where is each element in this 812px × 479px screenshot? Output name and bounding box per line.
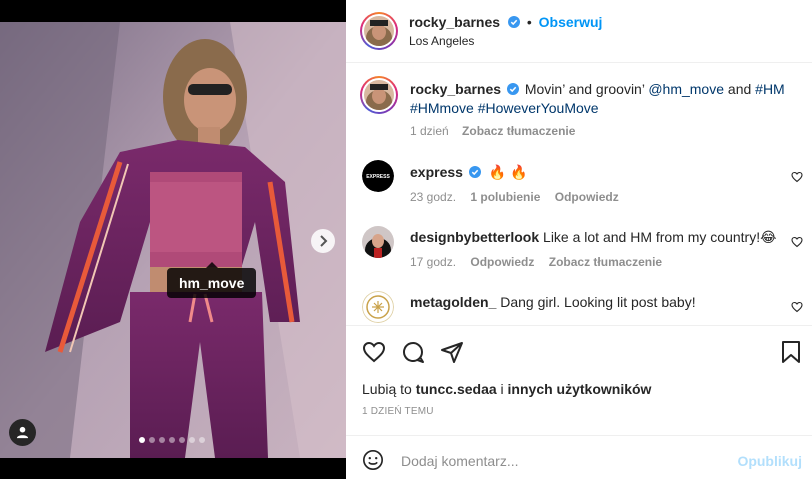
heart-icon[interactable] [791, 171, 803, 183]
verified-icon [507, 16, 520, 29]
comment-icon[interactable] [401, 340, 425, 364]
follow-button[interactable]: Obserwuj [539, 14, 603, 30]
liker-username[interactable]: tuncc.sedaa [416, 381, 497, 397]
comment-age[interactable]: 17 godz. [410, 255, 456, 269]
reply-button[interactable]: Odpowiedz [555, 190, 619, 204]
commenter-avatar[interactable] [362, 226, 394, 258]
carousel-dots [139, 437, 205, 443]
comment-text: 🔥 🔥 [488, 164, 528, 180]
mention-link[interactable]: @hm_move [648, 81, 724, 97]
comment-text: Like a lot and HM from my country!😂 [543, 229, 777, 245]
tagged-users-button[interactable] [9, 419, 36, 446]
carousel-dot [169, 437, 175, 443]
next-image-button[interactable] [311, 229, 335, 253]
caption-text: Movin’ and groovin’ [524, 81, 649, 97]
caption: rocky_barnes Movin’ and groovin’ @hm_mov… [410, 80, 790, 118]
action-bar [346, 325, 812, 326]
share-icon[interactable] [440, 340, 464, 364]
publish-button[interactable]: Opublikuj [737, 453, 802, 469]
hashtag-link[interactable]: #HoweverYouMove [478, 100, 599, 116]
product-tag[interactable]: hm_move [167, 262, 257, 298]
carousel-dot [149, 437, 155, 443]
author-username[interactable]: rocky_barnes [409, 14, 500, 30]
post-header: rocky_barnes • Obserwuj Los Angeles [346, 0, 812, 63]
caption-text: and [724, 81, 756, 97]
commenter-avatar[interactable]: EXPRESS [362, 160, 394, 192]
comment: designbybetterlook Like a lot and HM fro… [410, 228, 776, 247]
likes-conjunction: i [496, 381, 508, 397]
caption-meta: 1 dzień Zobacz tłumaczenie [410, 124, 575, 138]
caption-avatar[interactable] [360, 76, 398, 114]
comment-text: Dang girl. Looking lit post baby! [500, 294, 696, 310]
comment-input[interactable]: Dodaj komentarz... [401, 453, 519, 469]
post-location[interactable]: Los Angeles [409, 34, 474, 48]
avatar [364, 80, 394, 110]
heart-icon[interactable] [362, 340, 386, 364]
others-link[interactable]: innych użytkowników [508, 381, 652, 397]
caption-age[interactable]: 1 dzień [410, 124, 449, 138]
post-media[interactable]: hm_move [0, 0, 346, 479]
comment: express 🔥 🔥 [410, 163, 527, 182]
comment-composer: Dodaj komentarz... Opublikuj [346, 435, 812, 479]
comment-meta: 17 godz. Odpowiedz Zobacz tłumaczenie [410, 255, 662, 269]
verified-icon [506, 83, 519, 96]
comment-meta: 23 godz. 1 polubienie Odpowiedz [410, 190, 619, 204]
commenter-username[interactable]: express [410, 164, 463, 180]
carousel-dot [189, 437, 195, 443]
post-photo [0, 22, 346, 458]
comment-likes[interactable]: 1 polubienie [470, 190, 540, 204]
comment-age[interactable]: 23 godz. [410, 190, 456, 204]
avatar [364, 16, 394, 46]
comment: metagolden_ Dang girl. Looking lit post … [410, 293, 696, 312]
heart-icon[interactable] [791, 236, 803, 248]
emoji-icon[interactable] [362, 449, 384, 471]
commenter-avatar[interactable] [362, 291, 394, 323]
bookmark-icon[interactable] [780, 340, 802, 364]
post-sidebar: rocky_barnes • Obserwuj Los Angeles rock… [346, 0, 812, 479]
commenter-username[interactable]: designbybetterlook [410, 229, 539, 245]
svg-text:EXPRESS: EXPRESS [366, 174, 390, 180]
heart-icon[interactable] [791, 301, 803, 313]
translate-button[interactable]: Zobacz tłumaczenie [462, 124, 575, 138]
likes-prefix: Lubią to [362, 381, 416, 397]
chevron-right-icon [320, 235, 328, 247]
translate-button[interactable]: Zobacz tłumaczenie [549, 255, 662, 269]
user-tag-icon [16, 426, 29, 439]
carousel-dot [139, 437, 145, 443]
carousel-dot [159, 437, 165, 443]
caption-username[interactable]: rocky_barnes [410, 81, 501, 97]
post-timestamp[interactable]: 1 DZIEŃ TEMU [362, 406, 434, 417]
comments-list[interactable]: rocky_barnes Movin’ and groovin’ @hm_mov… [346, 63, 812, 325]
reply-button[interactable]: Odpowiedz [470, 255, 534, 269]
carousel-dot [179, 437, 185, 443]
story-ring[interactable] [360, 12, 398, 50]
hashtag-link[interactable]: #HMmove [410, 100, 474, 116]
verified-icon [468, 166, 481, 179]
hashtag-link[interactable]: #HM [755, 81, 785, 97]
likes-summary: Lubią to tuncc.sedaa i innych użytkownik… [362, 381, 651, 397]
carousel-dot [199, 437, 205, 443]
commenter-username[interactable]: metagolden_ [410, 294, 496, 310]
